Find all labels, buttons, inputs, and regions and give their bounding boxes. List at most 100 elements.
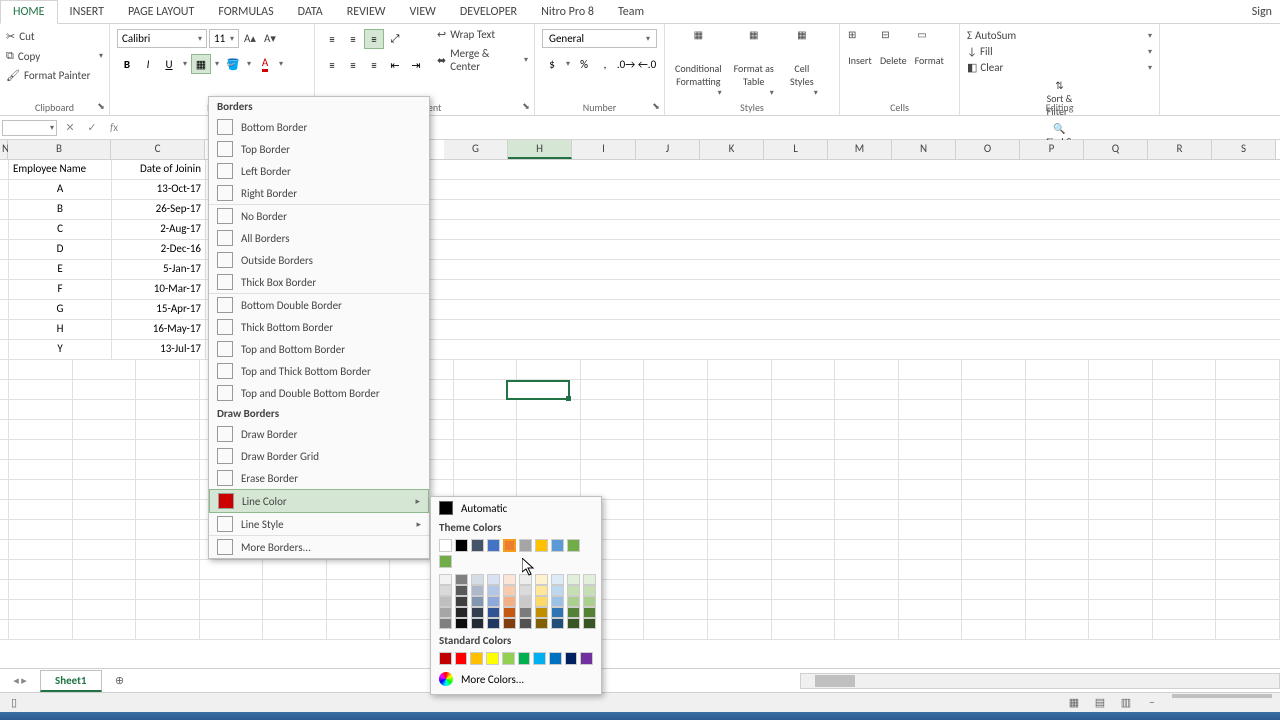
decrease-indent-button[interactable]: ⇤ <box>385 55 405 75</box>
color-swatch[interactable] <box>551 607 564 618</box>
cell[interactable] <box>581 380 645 399</box>
cell[interactable] <box>454 460 518 479</box>
cell[interactable] <box>835 540 899 559</box>
tab-nitro[interactable]: Nitro Pro 8 <box>529 1 606 23</box>
cell[interactable] <box>1089 600 1153 619</box>
cell[interactable] <box>200 580 264 599</box>
cell[interactable] <box>962 440 1026 459</box>
name-box[interactable]: ▾ <box>2 120 57 136</box>
cell[interactable] <box>454 380 518 399</box>
cell[interactable] <box>136 480 200 499</box>
color-swatch[interactable] <box>470 652 483 665</box>
cell[interactable] <box>581 420 645 439</box>
formula-cancel-button[interactable]: ✕ <box>59 118 81 138</box>
cell[interactable] <box>263 600 327 619</box>
cell[interactable] <box>772 520 836 539</box>
tab-formulas[interactable]: FORMULAS <box>206 1 285 23</box>
bold-button[interactable]: B <box>117 54 137 74</box>
cell[interactable] <box>517 420 581 439</box>
cell[interactable] <box>644 420 708 439</box>
cell[interactable] <box>9 380 73 399</box>
color-swatch[interactable] <box>455 574 468 585</box>
col-header-m[interactable]: M <box>828 140 892 159</box>
border-menu-item[interactable]: Top and Thick Bottom Border <box>209 360 429 382</box>
decrease-decimal-button[interactable]: ←.0 <box>637 54 657 74</box>
color-swatch[interactable] <box>580 652 593 665</box>
normal-view-button[interactable]: ▦ <box>1062 694 1086 712</box>
cell[interactable] <box>962 480 1026 499</box>
cell[interactable] <box>327 600 391 619</box>
cell[interactable] <box>136 500 200 519</box>
cell[interactable] <box>9 480 73 499</box>
cell[interactable] <box>454 360 518 379</box>
border-menu-item[interactable]: Thick Box Border <box>209 271 429 293</box>
cell[interactable] <box>1153 400 1217 419</box>
cell[interactable] <box>136 620 200 639</box>
color-swatch[interactable] <box>567 574 580 585</box>
cell[interactable] <box>1216 480 1280 499</box>
cell[interactable] <box>1216 600 1280 619</box>
cell[interactable] <box>1216 580 1280 599</box>
color-swatch[interactable] <box>455 596 468 607</box>
color-swatch[interactable] <box>567 585 580 596</box>
color-swatch[interactable] <box>583 607 596 618</box>
wrap-text-button[interactable]: ↩Wrap Text <box>435 26 530 43</box>
cell[interactable] <box>581 440 645 459</box>
cell[interactable] <box>73 620 137 639</box>
cell[interactable] <box>772 400 836 419</box>
align-middle-button[interactable]: ≡ <box>343 29 363 49</box>
cell[interactable] <box>644 540 708 559</box>
cell[interactable] <box>644 500 708 519</box>
border-menu-item[interactable]: Bottom Border <box>209 116 429 138</box>
cell[interactable]: Date of Joinin <box>112 160 206 179</box>
cell[interactable] <box>899 520 963 539</box>
cell[interactable] <box>517 360 581 379</box>
cell[interactable] <box>73 500 137 519</box>
cell[interactable] <box>835 500 899 519</box>
border-menu-item[interactable]: Outside Borders <box>209 249 429 271</box>
col-header-n[interactable]: N <box>892 140 956 159</box>
cell[interactable] <box>73 460 137 479</box>
macro-record-button[interactable]: ▯ <box>2 694 26 712</box>
zoom-slider[interactable] <box>1172 694 1272 698</box>
cell[interactable] <box>136 600 200 619</box>
cell[interactable] <box>1216 420 1280 439</box>
cell[interactable] <box>962 500 1026 519</box>
cell[interactable] <box>772 380 836 399</box>
cell[interactable] <box>9 620 73 639</box>
delete-cells-button[interactable]: ⊟Delete <box>876 26 911 113</box>
cell[interactable]: D <box>9 240 112 259</box>
color-swatch[interactable] <box>535 585 548 596</box>
format-cells-button[interactable]: ▭Format <box>911 26 948 113</box>
cell[interactable] <box>644 580 708 599</box>
cell-styles-button[interactable]: ▦Cell Styles▾ <box>780 26 824 113</box>
tab-team[interactable]: Team <box>606 1 656 23</box>
cell[interactable] <box>1089 520 1153 539</box>
decrease-font-button[interactable]: A▾ <box>261 30 279 48</box>
col-header-h[interactable]: H <box>508 140 572 159</box>
cell[interactable] <box>136 380 200 399</box>
cell[interactable] <box>9 600 73 619</box>
cell[interactable] <box>962 400 1026 419</box>
cell[interactable] <box>200 620 264 639</box>
color-swatch[interactable] <box>487 607 500 618</box>
cell[interactable] <box>644 460 708 479</box>
cell[interactable] <box>772 600 836 619</box>
col-header-p[interactable]: P <box>1020 140 1084 159</box>
cell[interactable] <box>1089 500 1153 519</box>
color-swatch[interactable] <box>487 618 500 629</box>
cell[interactable]: A <box>9 180 112 199</box>
cell[interactable] <box>708 500 772 519</box>
cell[interactable] <box>73 560 137 579</box>
cell[interactable] <box>772 500 836 519</box>
cell[interactable] <box>644 620 708 639</box>
cell[interactable] <box>1026 480 1090 499</box>
color-swatch[interactable] <box>487 596 500 607</box>
color-swatch[interactable] <box>551 539 564 552</box>
cell[interactable] <box>73 420 137 439</box>
color-swatch[interactable] <box>551 585 564 596</box>
cell[interactable] <box>1089 460 1153 479</box>
color-swatch[interactable] <box>471 596 484 607</box>
cell[interactable] <box>708 400 772 419</box>
cell[interactable] <box>136 360 200 379</box>
